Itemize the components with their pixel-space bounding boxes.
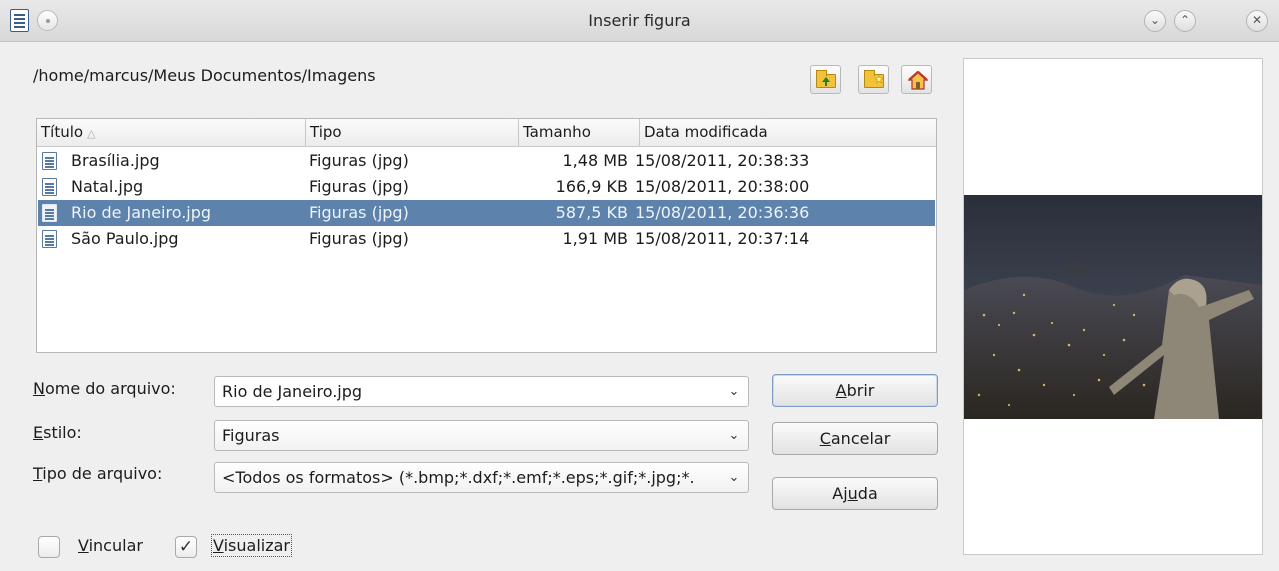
close-icon: ✕ — [1251, 13, 1263, 27]
filetype-value: <Todos os formatos> (*.bmp;*.dxf;*.emf;*… — [222, 468, 695, 487]
column-header-type[interactable]: Tipo — [306, 119, 519, 147]
style-select[interactable]: Figuras ⌄ — [214, 420, 749, 451]
column-header-date[interactable]: Data modificada — [640, 119, 936, 147]
home-icon — [907, 70, 929, 94]
close-button[interactable]: ✕ — [1246, 10, 1268, 32]
folder-up-button[interactable] — [810, 65, 841, 94]
image-file-icon — [42, 178, 57, 196]
new-folder-icon — [864, 70, 884, 88]
title-bar: Inserir figura ⌄ ⌃ ✕ — [0, 0, 1279, 42]
new-folder-button[interactable] — [858, 65, 889, 94]
file-name: Brasília.jpg — [71, 151, 160, 170]
link-label: Vincular — [78, 536, 143, 555]
file-list-header: Título △ Tipo Tamanho Data modificada — [37, 119, 936, 147]
current-path: /home/marcus/Meus Documentos/Imagens — [33, 66, 376, 85]
file-type: Figuras (jpg) — [309, 177, 409, 196]
filetype-label: Tipo de arquivo: — [33, 464, 163, 483]
file-list[interactable]: Título △ Tipo Tamanho Data modificada Bra… — [36, 118, 937, 353]
file-row[interactable]: São Paulo.jpg Figuras (jpg) 1,91 MB 15/0… — [38, 226, 935, 252]
file-name: Natal.jpg — [71, 177, 144, 196]
preview-image — [964, 195, 1262, 419]
image-file-icon — [42, 204, 57, 222]
column-header-size[interactable]: Tamanho — [519, 119, 640, 147]
filename-label: Nome do arquivo: — [33, 379, 176, 398]
file-type: Figuras (jpg) — [309, 203, 409, 222]
file-name: São Paulo.jpg — [71, 229, 179, 248]
file-date: 15/08/2011, 20:38:00 — [635, 177, 810, 196]
file-name: Rio de Janeiro.jpg — [71, 203, 212, 222]
folder-up-icon — [816, 70, 836, 88]
file-size: 587,5 KB — [555, 203, 628, 222]
link-checkbox[interactable] — [38, 536, 60, 558]
chevron-up-icon: ⌃ — [1179, 13, 1191, 27]
style-label: Estilo: — [33, 423, 82, 442]
file-type: Figuras (jpg) — [309, 229, 409, 248]
file-type: Figuras (jpg) — [309, 151, 409, 170]
checkmark-icon: ✓ — [178, 537, 194, 557]
window-title: Inserir figura — [588, 11, 691, 30]
preview-option[interactable]: ✓ Visualizar — [175, 534, 315, 559]
filename-combo[interactable]: Rio de Janeiro.jpg ⌄ — [214, 376, 749, 407]
image-file-icon — [42, 152, 57, 170]
file-date: 15/08/2011, 20:38:33 — [635, 151, 810, 170]
preview-label: Visualizar — [211, 534, 292, 557]
sort-ascending-icon: △ — [87, 127, 96, 140]
link-option[interactable]: Vincular — [38, 535, 158, 559]
help-button[interactable]: Ajuda — [772, 477, 938, 510]
chevron-down-icon[interactable]: ⌄ — [726, 463, 742, 492]
file-row[interactable]: Brasília.jpg Figuras (jpg) 1,48 MB 15/08… — [38, 148, 935, 174]
home-button[interactable] — [901, 65, 932, 94]
minimize-button[interactable]: ⌄ — [1144, 10, 1166, 32]
chevron-down-icon[interactable]: ⌄ — [726, 421, 742, 450]
style-value: Figuras — [222, 426, 280, 445]
chevron-down-icon: ⌄ — [1149, 13, 1161, 27]
file-row[interactable]: Natal.jpg Figuras (jpg) 166,9 KB 15/08/2… — [38, 174, 935, 200]
column-header-title[interactable]: Título △ — [37, 119, 306, 147]
file-size: 1,48 MB — [562, 151, 629, 170]
open-button[interactable]: Abrir — [772, 374, 938, 407]
chevron-down-icon[interactable]: ⌄ — [726, 377, 742, 406]
filetype-select[interactable]: <Todos os formatos> (*.bmp;*.dxf;*.emf;*… — [214, 462, 749, 493]
cancel-button[interactable]: Cancelar — [772, 422, 938, 455]
file-row-selected[interactable]: Rio de Janeiro.jpg Figuras (jpg) 587,5 K… — [38, 200, 935, 226]
filename-value[interactable]: Rio de Janeiro.jpg — [222, 377, 727, 406]
preview-pane — [963, 58, 1263, 555]
image-file-icon — [42, 230, 57, 248]
file-size: 1,91 MB — [562, 229, 629, 248]
file-date: 15/08/2011, 20:36:36 — [635, 203, 810, 222]
file-size: 166,9 KB — [555, 177, 628, 196]
file-date: 15/08/2011, 20:37:14 — [635, 229, 810, 248]
maximize-button[interactable]: ⌃ — [1174, 10, 1196, 32]
preview-checkbox[interactable]: ✓ — [175, 536, 197, 558]
